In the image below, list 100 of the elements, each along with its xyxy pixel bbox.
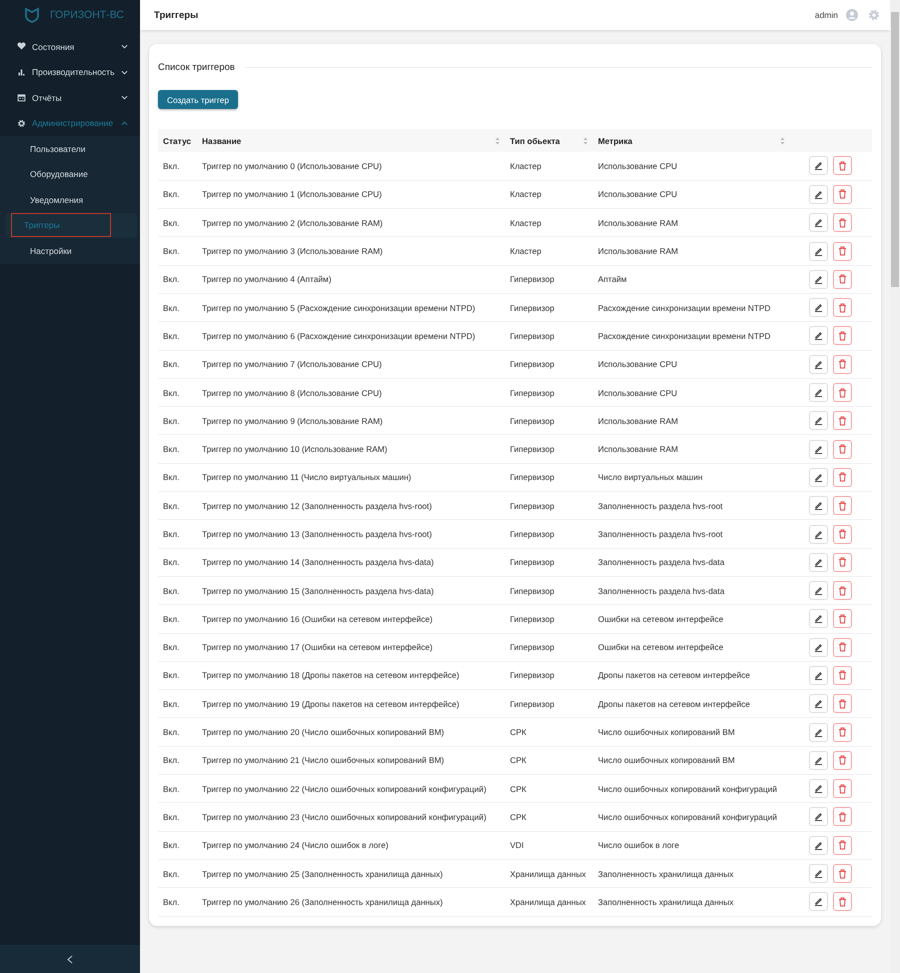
edit-button[interactable] <box>809 864 828 884</box>
sidebar-item[interactable]: Уведомления <box>0 187 137 212</box>
table-cell: Вкл. <box>158 774 197 803</box>
edit-button[interactable] <box>809 779 828 798</box>
table-cell: Вкл. <box>158 746 197 775</box>
table-cell: Триггер по умолчанию 9 (Использование RAM) <box>197 406 505 435</box>
table-cell: Триггер по умолчанию 8 (Использование CPU) <box>197 378 505 407</box>
table-cell: Вкл. <box>158 463 197 492</box>
table-cell: Вкл. <box>158 492 197 520</box>
edit-button[interactable] <box>809 666 828 685</box>
table-cell: Вкл. <box>158 576 197 605</box>
edit-button[interactable] <box>809 836 828 855</box>
sidebar-item[interactable]: Пользователи <box>0 136 137 162</box>
delete-button[interactable] <box>833 213 852 232</box>
pencil-icon <box>814 274 823 284</box>
table-cell: Кластер <box>505 152 593 180</box>
trash-icon <box>838 302 847 313</box>
delete-button[interactable] <box>833 354 852 374</box>
edit-button[interactable] <box>809 552 828 572</box>
edit-button[interactable] <box>809 213 828 232</box>
edit-button[interactable] <box>809 270 828 289</box>
edit-button[interactable] <box>809 581 828 600</box>
delete-button[interactable] <box>833 581 852 600</box>
edit-button[interactable] <box>809 524 828 544</box>
edit-button[interactable] <box>809 750 828 770</box>
delete-button[interactable] <box>833 184 852 204</box>
edit-button[interactable] <box>809 383 828 402</box>
table-cell: Дропы пакетов на сетевом интерфейсе <box>593 661 790 690</box>
edit-button[interactable] <box>809 496 828 516</box>
delete-button[interactable] <box>833 666 852 685</box>
delete-button[interactable] <box>833 807 852 826</box>
delete-button[interactable] <box>833 468 852 487</box>
delete-button[interactable] <box>833 440 852 459</box>
column-header[interactable]: Тип обьекта <box>505 129 593 152</box>
sidebar-item[interactable]: Настройки <box>0 238 137 264</box>
delete-button[interactable] <box>833 552 852 572</box>
delete-button[interactable] <box>833 779 852 798</box>
table-cell: Ошибки на сетевом интерфейсе <box>593 633 790 662</box>
delete-button[interactable] <box>833 298 852 318</box>
sidebar-group[interactable]: Производительность <box>0 60 140 85</box>
edit-button[interactable] <box>809 326 828 346</box>
delete-button[interactable] <box>833 326 852 346</box>
table-cell: Число ошибочных копирований конфигураций <box>593 802 790 832</box>
edit-button[interactable] <box>809 694 828 714</box>
edit-button[interactable] <box>809 298 828 318</box>
delete-button[interactable] <box>833 694 852 714</box>
table-cell: Кластер <box>505 236 593 266</box>
delete-button[interactable] <box>833 156 852 176</box>
edit-button[interactable] <box>809 609 828 628</box>
table-cell: Заполненность раздела hvs-root <box>593 520 790 548</box>
sidebar-item[interactable]: Оборудование <box>0 162 137 187</box>
edit-button[interactable] <box>809 354 828 374</box>
delete-button[interactable] <box>833 242 852 261</box>
sidebar-group[interactable]: Состояния <box>0 34 140 60</box>
trash-icon <box>838 642 847 652</box>
edit-button[interactable] <box>809 156 828 176</box>
edit-button[interactable] <box>809 242 828 261</box>
delete-button[interactable] <box>833 750 852 770</box>
delete-button[interactable] <box>833 270 852 289</box>
edit-button[interactable] <box>809 807 828 826</box>
table-cell: Вкл. <box>158 265 197 294</box>
edit-button[interactable] <box>809 411 828 430</box>
table-cell: Триггер по умолчанию 3 (Использование RAM) <box>197 236 505 266</box>
edit-button[interactable] <box>809 440 828 459</box>
pencil-icon <box>814 472 823 482</box>
delete-button[interactable] <box>833 383 852 402</box>
column-header[interactable]: Название <box>197 129 505 152</box>
edit-button[interactable] <box>809 892 828 912</box>
trash-icon <box>838 868 847 879</box>
delete-button[interactable] <box>833 836 852 855</box>
delete-button[interactable] <box>833 411 852 430</box>
table-cell: Триггер по умолчанию 2 (Использование RAM) <box>197 208 505 237</box>
delete-button[interactable] <box>833 609 852 628</box>
trash-icon <box>838 614 847 624</box>
gear-icon <box>17 118 26 128</box>
delete-button[interactable] <box>833 524 852 544</box>
chevron-icon <box>121 44 128 50</box>
scrollbar[interactable] <box>890 0 900 973</box>
edit-button[interactable] <box>809 722 828 742</box>
edit-button[interactable] <box>809 468 828 487</box>
edit-button[interactable] <box>809 184 828 204</box>
page-title: Триггеры <box>154 10 200 20</box>
column-header: Статус <box>158 129 197 152</box>
delete-button[interactable] <box>833 496 852 516</box>
table-cell: Гипервизор <box>505 322 593 350</box>
delete-button[interactable] <box>833 722 852 742</box>
column-header[interactable]: Метрика <box>593 129 790 152</box>
table-cell: Триггер по умолчанию 6 (Расхождение синхронизации времени NTPD) <box>197 322 505 350</box>
edit-button[interactable] <box>809 638 828 657</box>
create-trigger-button[interactable]: Создать триггер <box>158 90 238 109</box>
pencil-icon <box>814 642 823 652</box>
table-cell: Триггер по умолчанию 7 (Использование CPU) <box>197 350 505 378</box>
pencil-icon <box>814 360 823 369</box>
table-cell: Гипервизор <box>505 265 593 294</box>
sidebar-group[interactable]: Отчёты <box>0 85 140 110</box>
pencil-icon <box>814 416 823 426</box>
table-cell: Триггер по умолчанию 25 (Заполненность хранилища данных) <box>197 859 505 888</box>
delete-button[interactable] <box>833 638 852 657</box>
delete-button[interactable] <box>833 892 852 912</box>
delete-button[interactable] <box>833 864 852 884</box>
